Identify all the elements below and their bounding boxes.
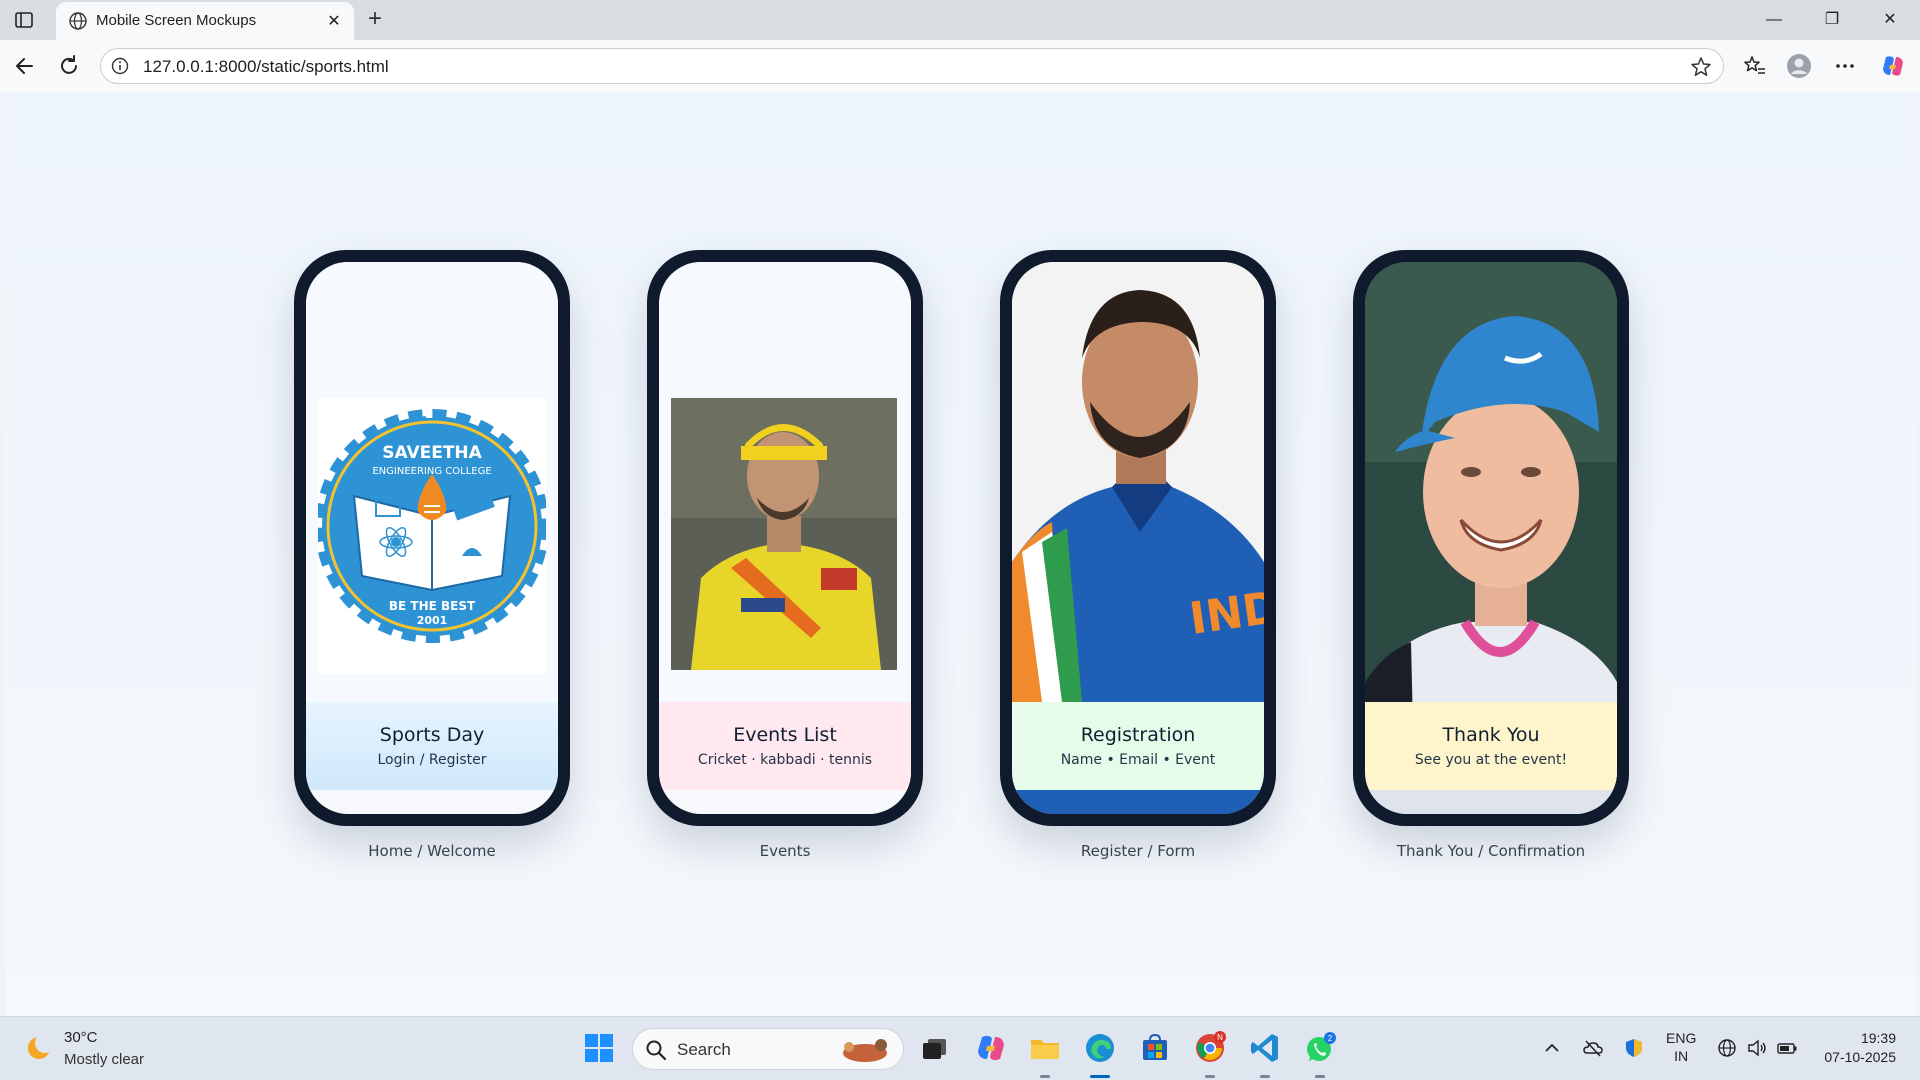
address-bar[interactable]: 127.0.0.1:8000/static/sports.html <box>100 48 1724 84</box>
logo-year: 2001 <box>417 614 448 627</box>
screen-subtitle: Name • Email • Event <box>1060 752 1216 768</box>
whatsapp-badge: 2 <box>1328 1034 1333 1043</box>
window-close-icon[interactable]: ✕ <box>1872 8 1908 32</box>
page-viewport: SAVEETHA ENGINEERING COLLEGE BE THE BEST… <box>5 92 1916 1016</box>
windows-start-icon[interactable] <box>582 1031 616 1065</box>
screen-title: Thank You <box>1442 724 1540 746</box>
browser-titlebar: Mobile Screen Mockups ✕ + — ❐ ✕ <box>0 0 1920 40</box>
star-icon[interactable] <box>1689 55 1713 79</box>
screen-events: Events List Cricket · kabbadi · tennis E… <box>647 250 923 860</box>
logo-line2: ENGINEERING COLLEGE <box>372 466 491 477</box>
sidebar-icon[interactable] <box>14 10 34 30</box>
screen-label: Home / Welcome <box>368 842 496 860</box>
screen-label: Events <box>759 842 811 860</box>
chevron-up-icon[interactable] <box>1541 1037 1563 1059</box>
phone-frame: Thank You See you at the event! <box>1353 250 1629 826</box>
phone-frame: INDIA Registration Name • Email • Event <box>1000 250 1276 826</box>
profile-icon[interactable] <box>1786 53 1812 79</box>
screen-register: INDIA Registration Name • Email • Event … <box>1000 250 1276 860</box>
caption-panel: Registration Name • Email • Event <box>1012 702 1264 790</box>
store-icon[interactable] <box>1138 1031 1172 1065</box>
running-indicator <box>1260 1075 1270 1078</box>
task-view-icon[interactable] <box>918 1031 952 1065</box>
whatsapp-icon[interactable]: 2 <box>1303 1031 1337 1065</box>
minimize-icon[interactable]: — <box>1756 8 1792 32</box>
clock-date: 07-10-2025 <box>1824 1049 1896 1065</box>
copilot-icon[interactable] <box>1880 53 1906 79</box>
taskbar-search[interactable]: Search <box>632 1028 904 1070</box>
refresh-icon[interactable] <box>56 53 82 79</box>
weather-desc[interactable]: Mostly clear <box>64 1051 144 1068</box>
favorites-icon[interactable] <box>1742 53 1768 79</box>
screen-title: Registration <box>1080 724 1196 746</box>
player-photo-area <box>659 262 911 702</box>
clock-time: 19:39 <box>1860 1030 1896 1046</box>
file-explorer-icon[interactable] <box>1028 1031 1062 1065</box>
globe-icon <box>69 12 87 30</box>
more-icon[interactable] <box>1832 53 1858 79</box>
lang-code: ENG <box>1666 1030 1697 1046</box>
lang-region: IN <box>1674 1048 1689 1064</box>
phone-frame: SAVEETHA ENGINEERING COLLEGE BE THE BEST… <box>294 250 570 826</box>
screen-label: Register / Form <box>1080 842 1196 860</box>
network-icon[interactable] <box>1716 1037 1738 1059</box>
weather-temp[interactable]: 30°C <box>64 1029 98 1046</box>
caption-panel: Sports Day Login / Register <box>306 702 558 790</box>
running-indicator <box>1040 1075 1050 1078</box>
back-icon[interactable] <box>12 53 38 79</box>
weather-icon[interactable] <box>24 1031 58 1065</box>
battery-icon[interactable] <box>1776 1037 1798 1059</box>
browser-navbar: 127.0.0.1:8000/static/sports.html <box>0 40 1920 92</box>
phone-screen[interactable]: INDIA Registration Name • Email • Event <box>1012 262 1264 814</box>
plus-icon[interactable]: + <box>362 7 388 32</box>
vscode-icon[interactable] <box>1248 1031 1282 1065</box>
phone-screen[interactable]: Events List Cricket · kabbadi · tennis <box>659 262 911 814</box>
phone-screen[interactable]: Thank You See you at the event! <box>1365 262 1617 814</box>
phone-screen[interactable]: SAVEETHA ENGINEERING COLLEGE BE THE BEST… <box>306 262 558 814</box>
chrome-icon[interactable]: N <box>1193 1031 1227 1065</box>
logo-motto: BE THE BEST <box>389 599 476 613</box>
onedrive-offline-icon[interactable] <box>1582 1037 1604 1059</box>
screen-subtitle: Cricket · kabbadi · tennis <box>697 752 873 768</box>
logo-line1: SAVEETHA <box>382 443 482 463</box>
language-indicator[interactable]: ENG IN <box>1666 1029 1696 1065</box>
running-indicator <box>1315 1075 1325 1078</box>
running-indicator <box>1205 1075 1215 1078</box>
active-indicator <box>1090 1075 1110 1078</box>
college-logo: SAVEETHA ENGINEERING COLLEGE BE THE BEST… <box>318 398 546 674</box>
logo-area: SAVEETHA ENGINEERING COLLEGE BE THE BEST… <box>306 262 558 702</box>
cricket-player-image <box>671 398 897 670</box>
browser-tab[interactable]: Mobile Screen Mockups ✕ <box>56 2 354 40</box>
system-clock[interactable]: 19:39 07-10-2025 <box>1812 1029 1896 1067</box>
chrome-badge: N <box>1217 1033 1223 1042</box>
search-placeholder: Search <box>677 1040 731 1059</box>
info-icon[interactable] <box>111 57 129 75</box>
windows-taskbar: 30°C Mostly clear Search N 2 ENG IN 19:3… <box>0 1016 1920 1080</box>
player-photo-area: INDIA <box>1012 262 1264 814</box>
search-icon <box>646 1040 667 1061</box>
screen-subtitle: See you at the event! <box>1414 752 1568 768</box>
tab-title: Mobile Screen Mockups <box>96 12 257 29</box>
screen-title: Sports Day <box>379 724 485 746</box>
screens-row: SAVEETHA ENGINEERING COLLEGE BE THE BEST… <box>5 92 1916 1016</box>
copilot-app-icon[interactable] <box>974 1031 1008 1065</box>
edge-icon[interactable] <box>1083 1031 1117 1065</box>
screen-label: Thank You / Confirmation <box>1396 842 1586 860</box>
screen-home: SAVEETHA ENGINEERING COLLEGE BE THE BEST… <box>294 250 570 860</box>
caption-panel: Events List Cricket · kabbadi · tennis <box>659 702 911 790</box>
screen-subtitle: Login / Register <box>377 752 487 768</box>
url-text[interactable]: 127.0.0.1:8000/static/sports.html <box>143 57 389 77</box>
caption-panel: Thank You See you at the event! <box>1365 702 1617 790</box>
close-icon[interactable]: ✕ <box>324 11 344 31</box>
phone-frame: Events List Cricket · kabbadi · tennis <box>647 250 923 826</box>
volume-icon[interactable] <box>1746 1037 1768 1059</box>
screen-title: Events List <box>733 724 837 746</box>
screen-thank-you: Thank You See you at the event! Thank Yo… <box>1353 250 1629 860</box>
search-highlight-art <box>843 1039 887 1062</box>
maximize-icon[interactable]: ❐ <box>1814 8 1850 32</box>
security-shield-icon[interactable] <box>1623 1037 1645 1059</box>
player-photo-area <box>1365 262 1617 814</box>
